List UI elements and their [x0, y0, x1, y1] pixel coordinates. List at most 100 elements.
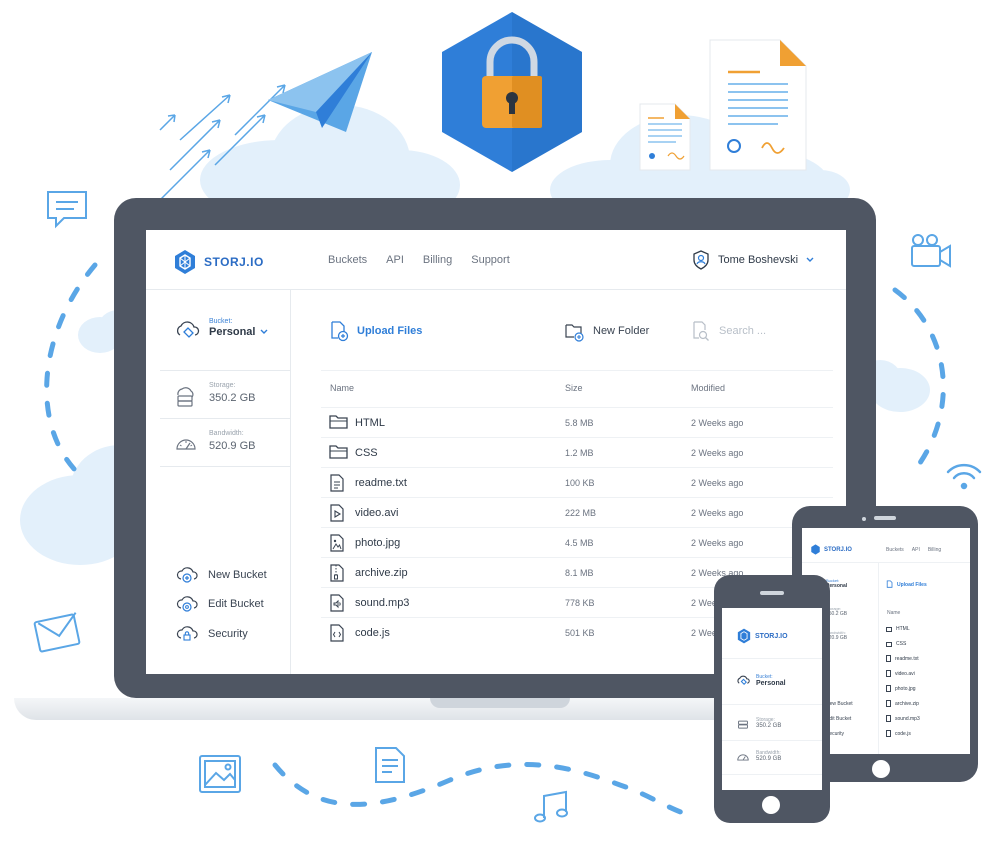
tablet-nav-item[interactable]: Billing: [928, 547, 941, 553]
column-header-size[interactable]: Size: [565, 383, 583, 393]
user-menu[interactable]: Tome Boshevski: [692, 250, 814, 270]
divider: [802, 562, 970, 563]
nav-item-billing[interactable]: Billing: [423, 254, 452, 266]
tablet-name-column[interactable]: Name: [887, 610, 900, 616]
file-size: 1.2 MB: [565, 448, 594, 458]
chevron-down-icon: [806, 257, 814, 262]
tablet-list-item[interactable]: sound.mp3: [886, 715, 920, 722]
table-row[interactable]: HTML 5.8 MB 2 Weeks ago: [321, 407, 833, 437]
file-size: 778 KB: [565, 598, 595, 608]
column-header-modified[interactable]: Modified: [691, 383, 725, 393]
storj-logo-icon: [175, 250, 195, 274]
table-row[interactable]: video.avi 222 MB 2 Weeks ago: [321, 497, 833, 527]
tablet-file-name: HTML: [896, 626, 910, 632]
tablet-file-name: CSS: [896, 641, 907, 647]
file-name: code.js: [355, 627, 390, 639]
text-file-icon: [330, 474, 344, 492]
phone-home-button[interactable]: [762, 796, 780, 814]
tablet-file-name: code.js: [895, 730, 911, 737]
file-modified: 2 Weeks ago: [691, 478, 744, 488]
sidebar: Bucket: Personal Storage: 350.2 GB Bandw…: [146, 290, 291, 674]
column-header-name[interactable]: Name: [330, 383, 354, 393]
file-modified: 2 Weeks ago: [691, 418, 744, 428]
new-folder-button[interactable]: New Folder: [565, 320, 649, 342]
new-bucket-button[interactable]: New Bucket: [176, 566, 267, 584]
table-row[interactable]: photo.jpg 4.5 MB 2 Weeks ago: [321, 527, 833, 557]
file-name: HTML: [355, 417, 385, 429]
tablet-home-button[interactable]: [872, 760, 890, 778]
file-size: 100 KB: [565, 478, 595, 488]
folder-icon: [886, 641, 892, 647]
search-placeholder: Search ...: [719, 325, 767, 337]
bandwidth-gauge-icon: [176, 439, 196, 450]
nav-item-buckets[interactable]: Buckets: [328, 254, 367, 266]
table-row[interactable]: CSS 1.2 MB 2 Weeks ago: [321, 437, 833, 467]
tablet-list-item[interactable]: code.js: [886, 730, 911, 737]
edit-bucket-button[interactable]: Edit Bucket: [176, 595, 264, 613]
image-file-icon: [330, 534, 344, 552]
file-name: photo.jpg: [355, 537, 401, 549]
tablet-nav-item[interactable]: Buckets: [886, 547, 904, 553]
file-name: readme.txt: [355, 477, 407, 489]
file-size: 4.5 MB: [565, 538, 594, 548]
audio-file-icon: [330, 594, 344, 612]
wifi-icon: [946, 463, 982, 490]
table-row[interactable]: readme.txt 100 KB 2 Weeks ago: [321, 467, 833, 497]
video-file-icon: [330, 504, 344, 522]
upload-files-button[interactable]: Upload Files: [329, 320, 422, 342]
image-icon: [199, 755, 241, 793]
new-folder-label: New Folder: [593, 325, 650, 337]
divider: [878, 562, 879, 754]
tablet-upload-label: Upload Files: [897, 581, 927, 588]
tablet-list-item[interactable]: video.avi: [886, 670, 915, 677]
tablet-nav-item[interactable]: API: [912, 547, 920, 553]
cloud-add-icon: [176, 567, 198, 583]
music-note-icon: [534, 790, 568, 823]
video-file-icon: [886, 670, 891, 677]
tablet-upload-files[interactable]: Upload Files: [886, 580, 927, 589]
file-size: 222 MB: [565, 508, 597, 518]
phone-bandwidth: Bandwidth: 520.9 GB: [736, 750, 781, 762]
nav-item-support[interactable]: Support: [471, 254, 510, 266]
storj-logo-icon: [811, 544, 820, 555]
tablet-file-name: video.avi: [895, 670, 915, 677]
folder-icon: [329, 415, 348, 429]
bandwidth-value: 520.9 GB: [209, 440, 256, 452]
divider: [722, 658, 822, 659]
tablet-list-item[interactable]: readme.txt: [886, 655, 919, 662]
file-size: 5.8 MB: [565, 418, 594, 428]
tablet-new-bucket[interactable]: New Bucket: [826, 701, 853, 707]
edit-bucket-label: Edit Bucket: [208, 598, 264, 610]
brand-logo[interactable]: STORJ.IO: [172, 249, 264, 275]
file-name: sound.mp3: [355, 597, 410, 609]
phone-screen: STORJ.IO Bucket: Personal Storage: 350.2…: [722, 608, 822, 790]
storage-icon: [177, 387, 194, 407]
tablet-list-item[interactable]: HTML: [886, 626, 910, 632]
divider: [722, 774, 822, 775]
tablet-file-name: photo.jpg: [895, 685, 916, 692]
file-modified: 2 Weeks ago: [691, 538, 744, 548]
chat-icon: [47, 191, 87, 229]
new-bucket-label: New Bucket: [208, 569, 267, 581]
nav-item-api[interactable]: API: [386, 254, 404, 266]
code-file-icon: [886, 730, 891, 737]
tablet-nav: Buckets API Billing: [886, 547, 941, 553]
tablet-list-item[interactable]: archive.zip: [886, 700, 919, 707]
tablet-camera: [862, 517, 866, 521]
laptop-notch: [430, 698, 570, 708]
upload-file-icon: [886, 580, 893, 588]
folder-icon: [886, 626, 892, 632]
storage-icon: [738, 720, 748, 729]
user-shield-icon: [693, 250, 709, 270]
search-input[interactable]: Search ...: [691, 320, 766, 342]
security-button[interactable]: Security: [176, 625, 248, 643]
tablet-list-item[interactable]: CSS: [886, 641, 906, 647]
phone-bandwidth-value: 520.9 GB: [756, 756, 782, 762]
tablet-list-item[interactable]: photo.jpg: [886, 685, 916, 692]
phone-bucket[interactable]: Bucket: Personal: [736, 674, 786, 687]
lock-icon: [442, 12, 582, 172]
tablet-file-name: readme.txt: [895, 655, 919, 662]
search-file-icon: [693, 321, 709, 341]
top-nav: Buckets API Billing Support: [328, 254, 510, 266]
bandwidth-gauge-icon: [737, 753, 749, 760]
